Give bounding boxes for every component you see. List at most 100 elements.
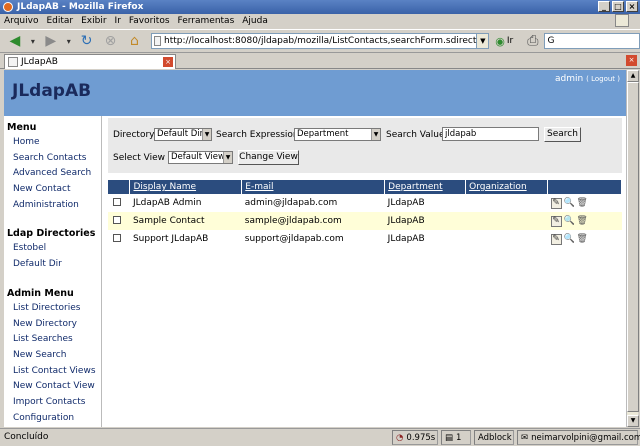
sidebar-item-list-directories[interactable]: List Directories xyxy=(4,301,101,317)
sidebar-item-search-contacts[interactable]: Search Contacts xyxy=(4,151,101,167)
tab-jldapab[interactable]: JLdapAB × xyxy=(4,54,176,69)
edit-icon[interactable]: ✎ xyxy=(550,233,562,245)
menu-favoritos[interactable]: Favoritos xyxy=(129,16,170,26)
row-checkbox[interactable] xyxy=(113,197,121,206)
directory-select-value: Default Dir xyxy=(157,129,204,139)
change-view-button[interactable]: Change View xyxy=(238,150,299,165)
url-text: http://localhost:8080/jldapab/mozilla/Li… xyxy=(164,36,477,46)
minimize-icon[interactable]: _ xyxy=(598,1,610,12)
menu-exibir[interactable]: Exibir xyxy=(81,16,106,26)
url-bar[interactable]: http://localhost:8080/jldapab/mozilla/Li… xyxy=(151,33,478,49)
email-header[interactable]: E-mail xyxy=(241,180,386,194)
reload-icon[interactable]: ↻ xyxy=(76,31,98,51)
department-header[interactable]: Department xyxy=(384,180,467,194)
sidebar-item-estobel[interactable]: Estobel xyxy=(4,241,101,257)
window-title-bar: JLdapAB - Mozilla Firefox _ □ × xyxy=(0,0,640,14)
window-title: JLdapAB - Mozilla Firefox xyxy=(17,2,144,12)
back-history-dropdown-icon[interactable]: ▾ xyxy=(28,31,38,51)
menu-ir[interactable]: Ir xyxy=(115,16,121,26)
chevron-down-icon: ▼ xyxy=(202,129,211,140)
sidebar-item-new-contact-view[interactable]: New Contact View xyxy=(4,379,101,395)
row-checkbox[interactable] xyxy=(113,215,121,224)
display-name-header[interactable]: Display Name xyxy=(129,180,243,194)
menu-editar[interactable]: Editar xyxy=(46,16,73,26)
sidebar-item-new-search[interactable]: New Search xyxy=(4,348,101,364)
sidebar-item-administration[interactable]: Administration xyxy=(4,198,101,214)
sidebar-section-ldap-directories: Ldap Directories xyxy=(7,228,96,240)
directory-select[interactable]: Default Dir ▼ xyxy=(154,128,212,141)
search-expression-select[interactable]: Department ▼ xyxy=(294,128,381,141)
actions-column-header xyxy=(547,180,622,194)
username: admin xyxy=(555,74,584,84)
trash-icon[interactable]: 🗑 xyxy=(576,216,587,227)
search-form: Directory Default Dir ▼ Search Expressio… xyxy=(108,118,622,173)
organization-header[interactable]: Organization xyxy=(465,180,549,194)
throbber-icon xyxy=(615,14,629,27)
adblock-cell[interactable]: Adblock xyxy=(474,430,514,445)
status-bar: Concluído ◔ 0.975s ▤ 1 Adblock ✉ neimarv… xyxy=(0,428,640,446)
forward-history-dropdown-icon[interactable]: ▾ xyxy=(64,31,74,51)
sidebar-item-new-contact[interactable]: New Contact xyxy=(4,182,101,198)
directory-label: Directory xyxy=(113,130,155,140)
sidebar-item-list-contact-views[interactable]: List Contact Views xyxy=(4,364,101,380)
go-button[interactable]: ◉ Ir xyxy=(495,35,513,48)
search-value-input[interactable]: jldapab xyxy=(442,127,539,141)
menu-ferramentas[interactable]: Ferramentas xyxy=(178,16,235,26)
url-history-dropdown-icon[interactable]: ▼ xyxy=(477,33,490,49)
contact-email: admin@jldapab.com xyxy=(244,198,338,208)
sidebar-item-new-directory[interactable]: New Directory xyxy=(4,317,101,333)
edit-icon[interactable]: ✎ xyxy=(550,197,562,209)
print-icon[interactable]: ⎙ xyxy=(527,33,538,49)
edit-icon[interactable]: ✎ xyxy=(550,215,562,227)
app-header: JLdapAB admin ( Logout ) xyxy=(4,70,626,116)
mail-icon: ✉ xyxy=(521,432,529,443)
load-time-cell: ◔ 0.975s xyxy=(392,430,438,445)
page-viewport: JLdapAB admin ( Logout ) Menu Home Searc… xyxy=(4,70,626,427)
search-button[interactable]: Search xyxy=(544,127,581,142)
contact-email: sample@jldapab.com xyxy=(241,212,385,230)
view-select[interactable]: Default View ▼ xyxy=(168,151,233,164)
table-row: Sample Contact sample@jldapab.com JLdapA… xyxy=(108,212,622,230)
mail-account: neimarvolpini@gmail.com xyxy=(531,432,640,443)
menu-ajuda[interactable]: Ajuda xyxy=(242,16,268,26)
search-value-label: Search Value xyxy=(386,130,445,140)
tab-close-icon[interactable]: × xyxy=(163,57,173,67)
scroll-down-icon[interactable]: ▼ xyxy=(627,415,639,427)
contact-display-name: Support JLdapAB xyxy=(132,234,209,244)
logout-link[interactable]: ( Logout ) xyxy=(586,75,620,83)
menu-bar: Arquivo Editar Exibir Ir Favoritos Ferra… xyxy=(0,14,640,28)
sidebar-item-import-contacts[interactable]: Import Contacts xyxy=(4,395,101,411)
vertical-scrollbar[interactable]: ▲ ▼ xyxy=(626,70,639,427)
timer-icon: ◔ xyxy=(396,432,404,443)
contact-department: JLdapAB xyxy=(384,212,466,230)
forward-arrow-icon[interactable]: ▶ xyxy=(40,31,62,51)
select-view-label: Select View xyxy=(113,153,165,163)
menu-arquivo[interactable]: Arquivo xyxy=(4,16,38,26)
close-tab-icon[interactable]: × xyxy=(626,55,637,66)
sidebar-item-advanced-search[interactable]: Advanced Search xyxy=(4,166,101,182)
magnifier-icon[interactable]: 🔍 xyxy=(563,234,574,245)
back-arrow-icon[interactable]: ◀ xyxy=(4,31,26,51)
magnifier-icon[interactable]: 🔍 xyxy=(563,198,574,209)
contact-department: JLdapAB xyxy=(387,234,425,244)
mail-cell[interactable]: ✉ neimarvolpini@gmail.com xyxy=(517,430,640,445)
maximize-icon[interactable]: □ xyxy=(612,1,624,12)
sidebar-item-configuration[interactable]: Configuration xyxy=(4,411,101,427)
tab-title: JLdapAB xyxy=(21,57,58,67)
navigation-toolbar: ◀ ▾ ▶ ▾ ↻ ⊗ ⌂ http://localhost:8080/jlda… xyxy=(0,29,640,53)
contact-organization xyxy=(466,230,548,248)
sidebar-item-list-searches[interactable]: List Searches xyxy=(4,332,101,348)
contact-organization xyxy=(466,194,548,212)
sidebar-item-default-dir[interactable]: Default Dir xyxy=(4,257,101,273)
trash-icon[interactable]: 🗑 xyxy=(576,198,587,209)
close-icon[interactable]: × xyxy=(626,1,638,12)
magnifier-icon[interactable]: 🔍 xyxy=(563,216,574,227)
stop-icon[interactable]: ⊗ xyxy=(100,31,122,51)
row-checkbox[interactable] xyxy=(113,233,121,242)
trash-icon[interactable]: 🗑 xyxy=(576,234,587,245)
sidebar-item-home[interactable]: Home xyxy=(4,135,101,151)
home-icon[interactable]: ⌂ xyxy=(123,31,145,51)
scrollbar-thumb[interactable] xyxy=(627,82,639,412)
scroll-up-icon[interactable]: ▲ xyxy=(627,70,639,82)
search-engine-box[interactable]: G xyxy=(544,33,640,49)
